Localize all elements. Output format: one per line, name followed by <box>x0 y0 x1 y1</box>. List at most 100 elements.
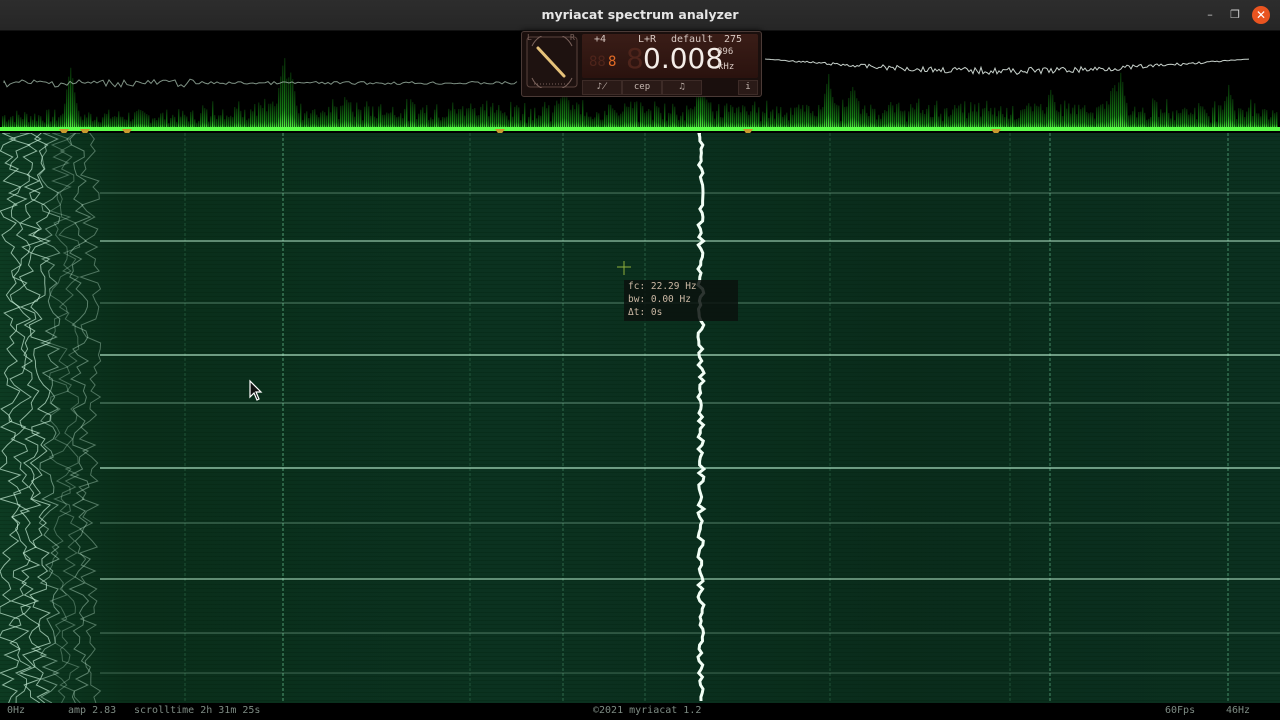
noise-trace <box>58 133 83 703</box>
spectrum-bar <box>1010 114 1012 129</box>
spectrum-bar <box>748 114 750 129</box>
tab-mute[interactable]: ♪̸ <box>582 80 622 95</box>
spectrum-bar <box>322 110 324 129</box>
spectrum-bar <box>954 104 956 129</box>
spectrum-bar <box>1088 113 1090 129</box>
spectrum-bar <box>834 103 836 129</box>
spectrum-bar <box>552 112 554 129</box>
spectrum-bar <box>274 106 276 129</box>
spectrum-bar <box>618 115 620 129</box>
spectrum-bar <box>598 113 600 129</box>
spectrum-bar <box>220 115 222 129</box>
spectrum-bar <box>582 100 584 129</box>
spectrum-bar <box>284 58 286 129</box>
spectrum-bar <box>970 102 972 129</box>
main-frequency-trace <box>696 133 707 702</box>
spectrum-bar <box>494 112 496 129</box>
spectrum-bar <box>1124 95 1126 129</box>
spectrum-bar <box>60 115 62 129</box>
spectrum-bar <box>968 112 970 129</box>
spectrum-bar <box>348 102 350 129</box>
spectrum-bar <box>1034 103 1036 129</box>
gain-value[interactable]: +4 <box>594 34 606 45</box>
spectrum-bar <box>1178 113 1180 129</box>
waterfall-spectrogram[interactable] <box>0 133 1280 703</box>
spectrum-bar <box>276 103 278 129</box>
spectrum-bar <box>842 99 844 129</box>
spectrum-bar <box>946 108 948 129</box>
spectrum-bar <box>890 102 892 129</box>
spectrum-bar <box>424 112 426 129</box>
spectrum-bar <box>920 112 922 129</box>
spectrum-bar <box>1032 111 1034 129</box>
spectrum-bar <box>202 105 204 129</box>
dial-knob-icon[interactable] <box>526 36 578 88</box>
cursor-readout: fc: 22.29 Hz bw: 0.00 Hz Δt: 0s <box>624 280 738 321</box>
spectrum-bar <box>708 102 710 129</box>
spectrum-bar <box>1070 113 1072 129</box>
maximize-button[interactable]: ❐ <box>1227 7 1243 23</box>
spectrum-bar <box>502 113 504 129</box>
spectrum-bar <box>974 104 976 129</box>
spectrum-bar <box>148 115 150 129</box>
spectrum-bar <box>182 110 184 129</box>
frequency-unit: kHz <box>718 62 735 72</box>
tab-music[interactable]: ♫ <box>662 80 702 95</box>
spectrum-bar <box>466 108 468 129</box>
spectrum-bar <box>16 110 18 129</box>
spectrum-bar <box>422 107 424 129</box>
tab-info[interactable]: i <box>738 80 758 95</box>
spectrum-bar <box>676 114 678 129</box>
spectrum-bar <box>848 97 850 129</box>
waterfall-horizontal-lines <box>100 192 1280 674</box>
spectrum-bar <box>1112 87 1114 129</box>
spectrum-bar <box>108 109 110 129</box>
spectrum-bar <box>704 95 706 129</box>
spectrum-bar <box>1046 106 1048 129</box>
spectrum-bar <box>294 91 296 129</box>
spectrum-bar <box>758 107 760 129</box>
spectrum-bar <box>268 103 270 129</box>
spectrum-bar <box>1074 104 1076 129</box>
spectrum-bar <box>908 111 910 129</box>
spectrum-bar <box>1076 114 1078 129</box>
spectrum-bar <box>870 104 872 129</box>
spectrum-bar <box>138 109 140 129</box>
spectrum-bar <box>576 102 578 129</box>
tab-cep[interactable]: cep <box>622 80 662 95</box>
status-bar: 0Hz amp 2.83 scrolltime 2h 31m 25s ©2021… <box>0 703 1280 720</box>
spectrum-bar <box>500 110 502 129</box>
spectrum-bar <box>1198 103 1200 129</box>
spectrum-bar <box>558 103 560 129</box>
spectrum-bar <box>314 109 316 129</box>
spectrum-bar <box>482 103 484 129</box>
spectrum-bar <box>366 101 368 129</box>
spectrum-bar <box>610 104 612 129</box>
spectrum-bar <box>380 104 382 129</box>
spectrum-bar <box>712 111 714 129</box>
close-button[interactable]: ✕ <box>1252 6 1270 24</box>
frequency-widget[interactable]: L R +4 L+R default 275 88 8 8 0.008 896 … <box>521 31 762 97</box>
spectrum-bar <box>622 111 624 129</box>
spectrum-bar <box>1206 112 1208 129</box>
spectrum-bar <box>252 111 254 129</box>
spectrum-bar <box>254 103 256 129</box>
spectrum-bar <box>166 109 168 129</box>
spectrum-bar <box>1194 107 1196 129</box>
spectrum-bar <box>490 106 492 129</box>
bandwidth-readout: bw: 0.00 Hz <box>628 294 691 305</box>
spectrum-bar <box>1144 112 1146 129</box>
spectrum-bar <box>352 111 354 129</box>
minimize-button[interactable]: – <box>1202 7 1218 23</box>
spectrum-bar <box>918 98 920 129</box>
spectrum-bar <box>1080 109 1082 129</box>
spectrum-bar <box>818 104 820 129</box>
spectrum-bar <box>958 105 960 129</box>
spectrum-bar <box>48 109 50 129</box>
spectrum-bar <box>1006 107 1008 129</box>
spectrum-bar <box>306 111 308 129</box>
spectrum-bar <box>260 105 262 129</box>
spectrum-bar <box>78 110 80 129</box>
spectrum-bar <box>960 103 962 129</box>
spectrum-bar <box>790 107 792 129</box>
